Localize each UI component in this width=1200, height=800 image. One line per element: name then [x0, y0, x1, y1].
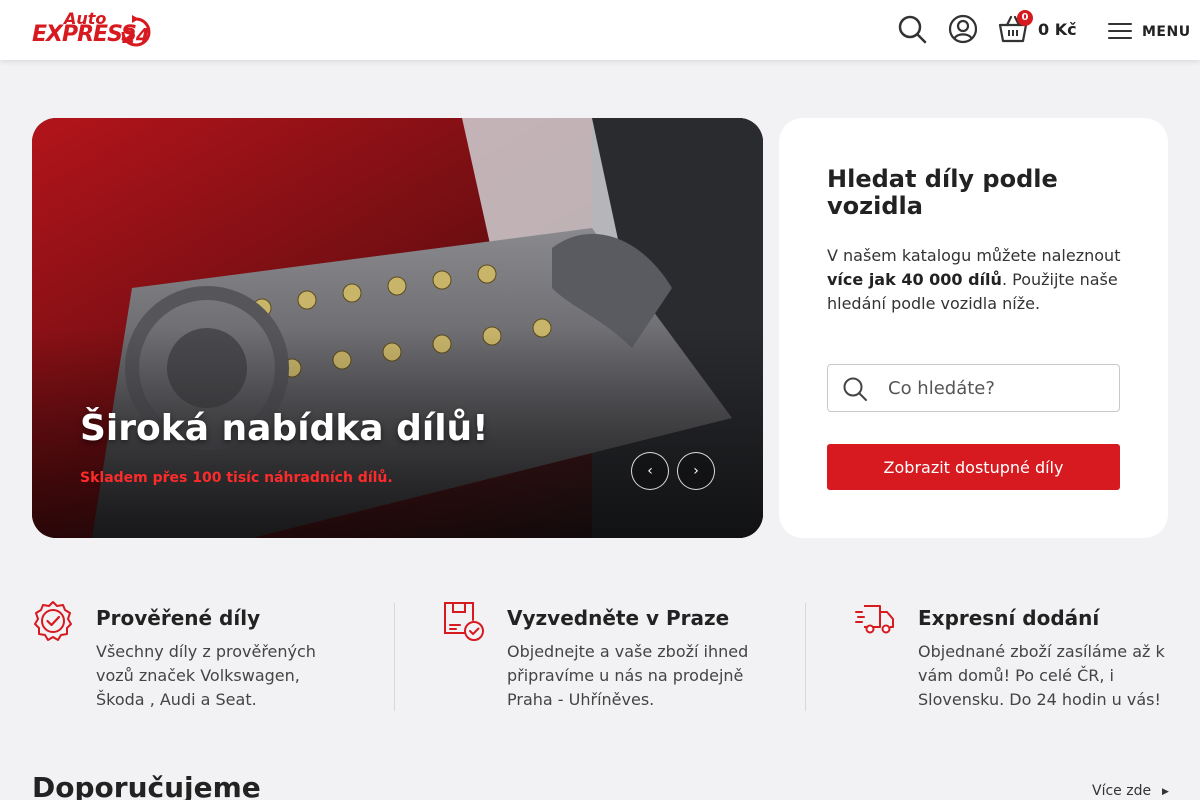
- chevron-right-icon: ›: [693, 463, 699, 479]
- feature-pickup-prague: Vyzvedněte v Praze Objednejte a vaše zbo…: [443, 600, 773, 712]
- search-input[interactable]: [888, 366, 1113, 410]
- feature-express-delivery: Expresní dodání Objednané zboží zasíláme…: [854, 600, 1200, 712]
- search-icon: [843, 377, 867, 401]
- site-logo[interactable]: Auto EXPRESS 24: [32, 9, 154, 54]
- chevron-left-icon: ‹: [647, 463, 653, 479]
- chevron-right-icon[interactable]: ▶: [1162, 787, 1169, 797]
- feature-title: Expresní dodání: [918, 606, 1100, 630]
- search-card-description: V našem katalogu můžete naleznout více j…: [827, 244, 1127, 316]
- feature-verified-parts: Prověřené díly Všechny díly z prověřenýc…: [32, 600, 362, 712]
- store-pickup-icon: [444, 602, 484, 641]
- cart-count-badge: 0: [1017, 10, 1033, 26]
- see-more-link[interactable]: Více zde: [1092, 783, 1151, 799]
- slider-prev-button[interactable]: ‹: [631, 452, 669, 490]
- feature-text: Objednejte a vaše zboží ihned připravíme…: [507, 642, 749, 709]
- slider-next-button[interactable]: ›: [677, 452, 715, 490]
- divider: [805, 603, 806, 711]
- user-account-icon[interactable]: [948, 14, 978, 44]
- verified-badge-icon: [34, 601, 72, 641]
- feature-text: Všechny díly z prověřených vozů značek V…: [96, 642, 316, 709]
- search-field[interactable]: [827, 364, 1120, 412]
- search-icon[interactable]: [897, 14, 927, 44]
- recommended-section-title: Doporučujeme: [32, 771, 261, 800]
- menu-button-label[interactable]: MENU: [1142, 24, 1191, 40]
- divider: [394, 603, 395, 711]
- hamburger-menu-icon[interactable]: [1108, 22, 1132, 40]
- feature-title: Prověřené díly: [96, 606, 261, 630]
- description-text-start: V našem katalogu můžete naleznout: [827, 246, 1121, 265]
- hero-subtitle: Skladem přes 100 tisíc náhradních dílů.: [80, 470, 393, 486]
- hero-title: Široká nabídka dílů!: [80, 408, 489, 449]
- search-card-title: Hledat díly podle vozidla: [827, 165, 1058, 220]
- delivery-truck-icon: [855, 605, 894, 634]
- show-parts-button[interactable]: Zobrazit dostupné díly: [827, 444, 1120, 490]
- description-text-bold: více jak 40 000 dílů: [827, 270, 1002, 289]
- site-header: Auto EXPRESS 24 0 0 Kč MENU: [0, 0, 1200, 60]
- vehicle-search-card: Hledat díly podle vozidla V našem katalo…: [779, 118, 1168, 538]
- logo-number-text: 24: [122, 24, 150, 48]
- hero-slider: Široká nabídka dílů! Skladem přes 100 ti…: [32, 118, 763, 538]
- feature-text: Objednané zboží zasíláme až k vám domů! …: [918, 642, 1165, 709]
- feature-title: Vyzvedněte v Praze: [507, 606, 730, 630]
- cart-total[interactable]: 0 Kč: [1038, 20, 1077, 39]
